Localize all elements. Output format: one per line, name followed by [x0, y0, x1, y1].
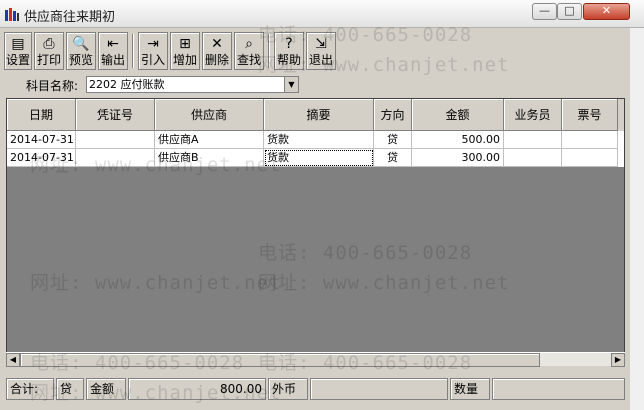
print-button[interactable]: ⎙ 打印: [34, 32, 64, 70]
settings-label: 设置: [5, 53, 30, 67]
add-button[interactable]: ⊞ 增加: [170, 32, 200, 70]
export-label: 输出: [100, 53, 125, 67]
chevron-down-icon[interactable]: ▼: [284, 77, 298, 92]
delete-label: 删除: [204, 53, 229, 67]
cell-salesman[interactable]: [504, 131, 562, 149]
subject-select[interactable]: 2202 应付账款 ▼: [86, 76, 299, 93]
cell-amount[interactable]: 500.00: [412, 131, 504, 149]
exit-label: 退出: [308, 53, 333, 67]
column-header-amount[interactable]: 金额: [412, 99, 504, 131]
total-amount-label: 金额: [86, 378, 126, 400]
title-bar: 供应商往来期初 — □ ✕: [0, 0, 644, 28]
app-icon: [5, 8, 19, 21]
toolbar-separator: [132, 34, 134, 68]
preview-icon: 🔍: [72, 36, 90, 52]
cell-voucher[interactable]: [76, 149, 155, 167]
find-button[interactable]: ⌕ 查找: [234, 32, 264, 70]
column-header-summary[interactable]: 摘要: [264, 99, 374, 131]
scroll-left-icon[interactable]: ◀: [6, 353, 20, 367]
add-icon: ⊞: [179, 36, 191, 52]
import-button[interactable]: ⇥ 引入: [138, 32, 168, 70]
cell-summary[interactable]: 货款: [264, 131, 374, 149]
close-button[interactable]: ✕: [583, 3, 630, 20]
preview-label: 预览: [68, 53, 93, 67]
cell-summary[interactable]: 货款: [264, 149, 374, 167]
preview-button[interactable]: 🔍 预览: [66, 32, 96, 70]
exit-button[interactable]: ⇲ 退出: [306, 32, 336, 70]
subject-value: 2202 应付账款: [89, 78, 165, 91]
cell-direction[interactable]: 贷: [374, 149, 412, 167]
subject-label: 科目名称:: [26, 79, 79, 93]
window-side-strip: [630, 28, 644, 410]
scroll-right-icon[interactable]: ▶: [611, 353, 625, 367]
horizontal-scrollbar[interactable]: ◀ ▶: [6, 352, 625, 367]
cell-salesman[interactable]: [504, 149, 562, 167]
data-grid: 日期 凭证号 供应商 摘要 方向 金额 业务员 票号 2014-07-31 供应…: [6, 98, 625, 366]
cell-supplier[interactable]: 供应商B: [155, 149, 264, 167]
cell-voucher[interactable]: [76, 131, 155, 149]
minimize-button[interactable]: —: [532, 3, 557, 20]
window-title: 供应商往来期初: [24, 10, 116, 25]
maximize-button[interactable]: □: [557, 3, 582, 20]
import-icon: ⇥: [147, 36, 159, 52]
import-label: 引入: [140, 53, 165, 67]
exit-icon: ⇲: [315, 36, 327, 52]
cell-date[interactable]: 2014-07-31: [7, 131, 76, 149]
find-icon: ⌕: [245, 36, 253, 52]
export-icon: ⇤: [107, 36, 119, 52]
column-header-salesman[interactable]: 业务员: [504, 99, 562, 131]
grid-header: 日期 凭证号 供应商 摘要 方向 金额 业务员 票号: [7, 99, 624, 131]
grid-body: 2014-07-31 供应商A 货款 贷 500.00 2014-07-31 供…: [7, 131, 624, 167]
column-header-date[interactable]: 日期: [7, 99, 76, 131]
column-header-voucher[interactable]: 凭证号: [76, 99, 155, 131]
help-label: 帮助: [276, 53, 301, 67]
total-label: 合计:: [6, 378, 54, 400]
column-header-ticket[interactable]: 票号: [562, 99, 618, 131]
delete-icon: ✕: [211, 36, 223, 52]
column-header-supplier[interactable]: 供应商: [155, 99, 264, 131]
quantity-label: 数量: [450, 378, 490, 400]
total-direction: 贷: [56, 378, 84, 400]
cell-supplier[interactable]: 供应商A: [155, 131, 264, 149]
foreign-currency-value: [310, 378, 448, 400]
delete-button[interactable]: ✕ 删除: [202, 32, 232, 70]
cell-direction[interactable]: 贷: [374, 131, 412, 149]
cell-ticket[interactable]: [562, 131, 618, 149]
print-icon: ⎙: [43, 36, 55, 52]
scroll-thumb[interactable]: [20, 353, 540, 367]
table-row[interactable]: 2014-07-31 供应商A 货款 贷 500.00: [7, 131, 624, 149]
help-icon: ?: [285, 36, 293, 52]
foreign-currency-label: 外币: [268, 378, 308, 400]
export-button[interactable]: ⇤ 输出: [98, 32, 128, 70]
table-row[interactable]: 2014-07-31 供应商B 货款 贷 300.00: [7, 149, 624, 167]
cell-date[interactable]: 2014-07-31: [7, 149, 76, 167]
cell-ticket[interactable]: [562, 149, 618, 167]
toolbar-separator: [268, 34, 270, 68]
toolbar: ▤ 设置 ⎙ 打印 🔍 预览 ⇤ 输出 ⇥ 引入 ⊞ 增加 ✕ 删除 ⌕ 查找 …: [4, 30, 624, 72]
cell-amount[interactable]: 300.00: [412, 149, 504, 167]
help-button[interactable]: ? 帮助: [274, 32, 304, 70]
settings-button[interactable]: ▤ 设置: [4, 32, 32, 70]
status-bar: 合计: 贷 金额 800.00 外币 数量: [6, 378, 625, 400]
find-label: 查找: [236, 53, 261, 67]
column-header-direction[interactable]: 方向: [374, 99, 412, 131]
settings-icon: ▤: [11, 36, 25, 52]
add-label: 增加: [172, 53, 197, 67]
quantity-value: [492, 378, 625, 400]
total-amount-value: 800.00: [128, 378, 266, 400]
print-label: 打印: [36, 53, 61, 67]
